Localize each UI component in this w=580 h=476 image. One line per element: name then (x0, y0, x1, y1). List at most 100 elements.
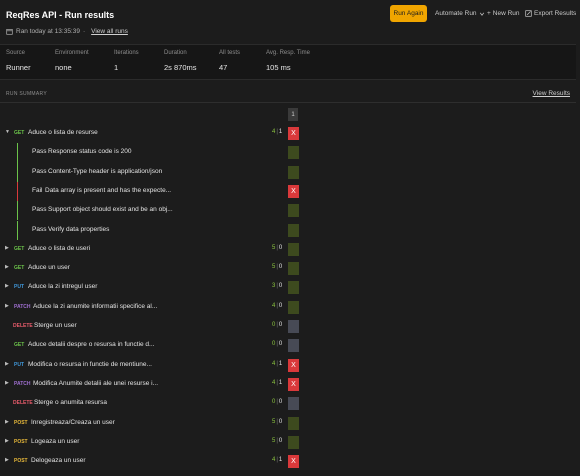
assertion-row: Pass Verify data properties (0, 220, 300, 240)
stat-label: All tests (219, 50, 241, 56)
assertion-indicator (17, 162, 18, 182)
request-row[interactable]: ▶ PUT Modifica o resursa in functie de men… (0, 356, 300, 375)
test-counts: 0|0 (272, 341, 282, 347)
new-run-button[interactable]: + New Run (487, 10, 520, 17)
count-separator: | (276, 437, 278, 444)
method-badge: POST (14, 419, 28, 426)
iteration-result-cell[interactable] (288, 165, 299, 179)
iteration-result-cell[interactable] (288, 435, 299, 449)
request-name[interactable]: Modifica Anumite detalii ale unei resurs… (33, 380, 158, 387)
method-badge: DELETE (13, 400, 33, 407)
iteration-result-cell[interactable] (288, 223, 299, 237)
request-name[interactable]: Aduce un user (28, 264, 70, 271)
caret-right-icon[interactable]: ▶ (5, 419, 9, 425)
request-name[interactable]: Modifica o resursa in functie de mentiun… (28, 361, 152, 368)
request-row[interactable]: ▶ PUT Aduce la zi intregul user 3|0 (0, 278, 300, 297)
count-separator: | (276, 360, 278, 367)
request-name[interactable]: Aduce la zi intregul user (28, 283, 97, 290)
iteration-result-cell[interactable] (288, 320, 299, 333)
request-name[interactable]: Logeaza un user (31, 438, 79, 445)
failed-count: 0 (278, 399, 283, 406)
request-row[interactable]: ▶ PATCH Aduce la zi anumite informatii spe… (0, 298, 300, 317)
stat-label: Duration (164, 50, 187, 56)
assertion-status: Pass (32, 225, 47, 233)
iteration-result-cell[interactable] (288, 262, 299, 276)
count-separator: | (276, 129, 278, 135)
run-info: Ran today at 13:35:39 · View all runs (6, 28, 128, 35)
test-counts: 4|1 (272, 129, 282, 135)
request-row[interactable]: DELETE Sterge o anumita resursa 0|0 (0, 394, 300, 413)
separator: · (82, 28, 86, 35)
caret-right-icon[interactable]: ▶ (5, 361, 9, 367)
iteration-result-cell[interactable] (288, 281, 299, 295)
request-row[interactable]: ▶ POST Delogeaza un user 4|1 X (0, 452, 300, 471)
view-all-runs-link[interactable]: View all runs (91, 28, 128, 35)
request-row[interactable]: ▼ GET Aduce o lista de resurse 4|1 X (0, 124, 300, 143)
assertion-name: Data array is present and has the expect… (45, 186, 172, 194)
header: ReqRes API - Run results Ran today at 13… (0, 0, 580, 44)
failed-count: 1 (278, 360, 283, 367)
request-name[interactable]: Aduce o lista de useri (28, 245, 90, 252)
method-badge: GET (14, 245, 25, 252)
request-row[interactable]: DELETE Sterge un user 0|0 (0, 317, 300, 336)
caret-right-icon[interactable]: ▶ (5, 264, 9, 270)
iteration-result-cell[interactable]: X (288, 184, 299, 198)
caret-down-icon[interactable]: ▼ (5, 129, 10, 135)
iteration-result-cell[interactable] (288, 416, 299, 430)
request-name[interactable]: Sterge un user (34, 322, 77, 329)
assertion-status: Pass (32, 206, 47, 214)
test-counts: 5|0 (272, 264, 282, 270)
iteration-result-cell[interactable] (288, 339, 299, 353)
caret-right-icon[interactable]: ▶ (5, 438, 9, 444)
failed-count: 0 (278, 418, 283, 425)
automate-run-button[interactable]: Automate Run (435, 10, 485, 17)
request-name[interactable]: Aduce la zi anumite informatii specifice… (33, 303, 157, 310)
stat-avg-resp-time: Avg. Resp. Time 105 ms (266, 50, 310, 72)
caret-right-icon[interactable]: ▶ (5, 380, 9, 386)
request-name[interactable]: Delogeaza un user (31, 457, 86, 464)
count-separator: | (276, 379, 278, 386)
iteration-result-cell[interactable] (288, 397, 299, 411)
iteration-result-cell[interactable] (288, 146, 299, 160)
count-separator: | (276, 341, 278, 348)
request-row[interactable]: ▶ POST Logeaza un user 5|0 (0, 433, 300, 452)
request-name[interactable]: Inregistreaza/Creaza un user (31, 419, 115, 426)
automate-run-label: Automate Run (435, 10, 477, 17)
test-counts: 5|0 (272, 438, 282, 444)
iteration-result-cell[interactable]: X (288, 127, 299, 140)
request-row[interactable]: ▶ GET Aduce un user 5|0 (0, 259, 300, 278)
request-name[interactable]: Sterge o anumita resursa (34, 399, 107, 406)
count-separator: | (276, 322, 278, 328)
view-results-link[interactable]: View Results (533, 90, 570, 97)
request-row[interactable]: ▶ PATCH Modifica Anumite detalii ale unei … (0, 375, 300, 394)
passed-count: 3 (272, 283, 276, 290)
assertion-status: Pass (32, 148, 47, 156)
passed-count: 0 (272, 341, 276, 348)
iteration-result-cell[interactable]: X (288, 358, 299, 372)
method-badge: PATCH (14, 380, 31, 387)
run-again-button[interactable]: Run Again (390, 5, 427, 22)
caret-right-icon[interactable]: ▶ (5, 457, 9, 463)
iteration-result-cell[interactable] (288, 204, 299, 218)
iteration-result-cell[interactable]: X (288, 377, 299, 391)
passed-count: 4 (272, 457, 276, 464)
request-name[interactable]: Aduce detalii despre o resursa in functi… (28, 341, 154, 348)
iteration-result-cell[interactable] (288, 242, 299, 256)
new-run-label: New Run (492, 10, 520, 17)
caret-right-icon[interactable]: ▶ (5, 283, 9, 289)
request-row[interactable]: GET Aduce detalii despre o resursa in fun… (0, 336, 300, 355)
export-results-button[interactable]: Export Results (525, 10, 576, 17)
iteration-result-cell[interactable]: X (288, 455, 299, 469)
passed-count: 5 (272, 244, 276, 251)
stat-value: none (55, 63, 72, 72)
request-row[interactable]: ▶ GET Aduce o lista de useri 5|0 (0, 240, 300, 259)
caret-right-icon[interactable]: ▶ (5, 303, 9, 309)
caret-right-icon[interactable]: ▶ (5, 245, 9, 251)
assertion-indicator (17, 201, 18, 221)
iteration-result-cell[interactable] (288, 300, 299, 314)
request-row[interactable]: ▶ POST Inregistreaza/Creaza un user 5|0 (0, 414, 300, 433)
request-name[interactable]: Aduce o lista de resurse (28, 129, 98, 136)
passed-count: 5 (272, 418, 276, 425)
method-badge: PATCH (14, 303, 31, 310)
stat-duration: Duration 2s 870ms (164, 50, 197, 72)
